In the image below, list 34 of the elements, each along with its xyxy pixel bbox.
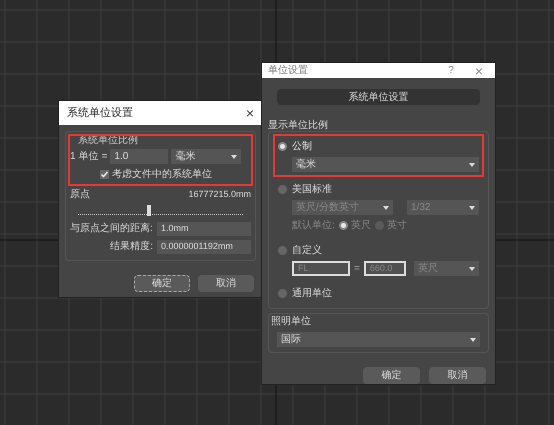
header-button[interactable]: 系统单位设置 (277, 89, 480, 105)
precision-label: 结果精度: (110, 240, 153, 254)
dialog-button[interactable]: 取消 (429, 367, 486, 384)
radio-label: 英寸 (386, 218, 407, 233)
radio-label: 英尺 (350, 218, 371, 233)
equals-sign: = (102, 150, 108, 164)
scale-field[interactable]: 1.0 (110, 149, 168, 164)
dialog-button[interactable]: 取消 (198, 275, 254, 292)
window-title: 单位设置 (268, 64, 309, 78)
dropdown[interactable]: 毫米 (171, 149, 242, 164)
checkbox-label: 考虑文件中的系统单位 (112, 168, 212, 182)
default-unit-label: 默认单位: (292, 218, 335, 233)
dialog-button[interactable]: 确定 (363, 367, 420, 384)
dropdown[interactable]: 国际 (277, 332, 480, 347)
option-label: 通用单位 (292, 286, 332, 301)
section-title: 显示单位比例 (268, 121, 329, 131)
section-title: 照明单位 (271, 314, 312, 329)
equals-sign: = (354, 262, 360, 276)
option-label: 自定义 (292, 244, 322, 258)
dropdown[interactable]: 毫米 (292, 157, 479, 172)
scale-prefix: 1 (70, 150, 76, 164)
origin-label: 原点 (70, 188, 90, 202)
option-label: 公制 (292, 140, 312, 154)
window-title: 系统单位设置 (67, 106, 133, 121)
close-button[interactable]: × (469, 64, 489, 78)
close-button[interactable]: × (246, 106, 254, 120)
dialog-button[interactable]: 确定 (134, 275, 190, 292)
help-button[interactable]: ? (441, 63, 461, 78)
unit-label: 单位 (78, 150, 99, 164)
option-label: 美国标准 (292, 182, 332, 197)
distance-label: 与原点之间的距离: (70, 222, 153, 236)
origin-value: 16777215.0mm (188, 188, 251, 201)
precision-field[interactable]: 0.0000001192mm (157, 240, 251, 254)
distance-field[interactable]: 1.0mm (157, 222, 251, 236)
